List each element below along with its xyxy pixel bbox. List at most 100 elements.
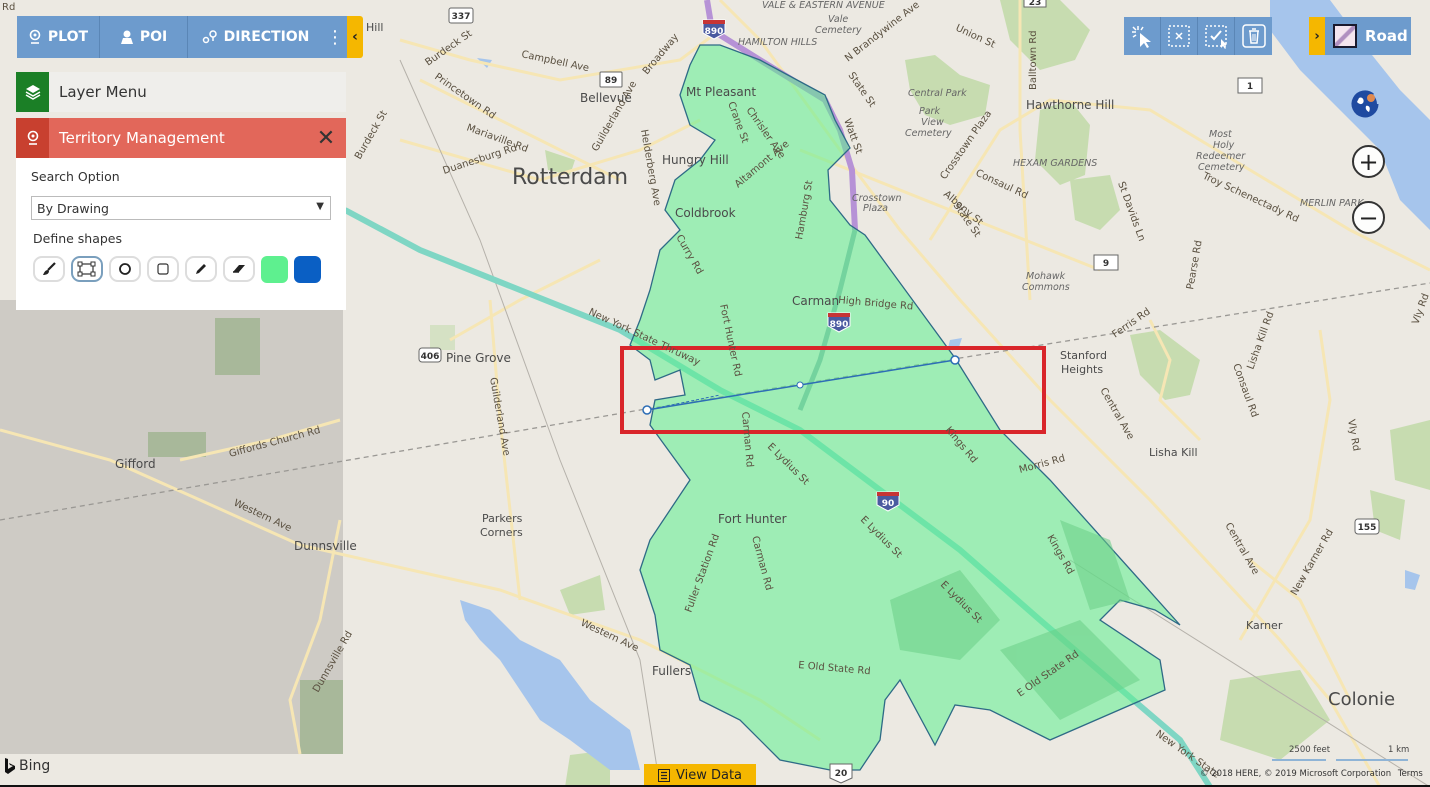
search-option-label: Search Option bbox=[31, 169, 120, 184]
shield-337: 337 bbox=[448, 7, 474, 24]
pencil-tool-button[interactable] bbox=[185, 256, 217, 282]
close-territory-button[interactable]: ✕ bbox=[306, 118, 346, 158]
scale-bar-km bbox=[1336, 759, 1408, 761]
close-icon: ✕ bbox=[316, 125, 336, 151]
shape-tools bbox=[33, 256, 321, 283]
trash-icon bbox=[1241, 24, 1266, 48]
svg-text:Lisha Kill: Lisha Kill bbox=[1149, 446, 1198, 459]
stroke-color-swatch[interactable] bbox=[294, 256, 321, 283]
svg-text:Commons: Commons bbox=[1022, 282, 1070, 293]
territory-management-label: Territory Management bbox=[59, 129, 225, 147]
svg-text:Central Park: Central Park bbox=[908, 88, 967, 99]
poi-person-pin-icon bbox=[120, 30, 133, 44]
polygon-tool-button[interactable] bbox=[71, 256, 103, 282]
poi-label: POI bbox=[139, 29, 168, 45]
pencil-icon bbox=[196, 264, 206, 274]
clear-selection-button[interactable] bbox=[1161, 17, 1198, 55]
svg-text:Plaza: Plaza bbox=[863, 203, 888, 214]
svg-text:Fort Hunter: Fort Hunter bbox=[718, 512, 787, 526]
svg-text:Mt Pleasant: Mt Pleasant bbox=[686, 85, 756, 99]
copyright-text: © 2018 HERE, © 2019 Microsoft Corporatio… bbox=[1200, 769, 1392, 779]
brush-tool-button[interactable] bbox=[33, 256, 65, 282]
plot-label: PLOT bbox=[47, 29, 89, 45]
chevron-right-icon: › bbox=[1314, 28, 1320, 44]
brush-icon bbox=[43, 262, 56, 275]
svg-text:Colonie: Colonie bbox=[1328, 689, 1395, 710]
svg-text:Coldbrook: Coldbrook bbox=[675, 206, 736, 220]
svg-text:Mohawk: Mohawk bbox=[1026, 271, 1066, 282]
territory-management-row[interactable]: Territory Management ✕ bbox=[16, 118, 346, 158]
territory-panel-body: Search Option By Drawing ▼ Define shapes bbox=[16, 158, 346, 310]
route-vertex-start[interactable] bbox=[642, 405, 652, 415]
zoom-in-button[interactable]: + bbox=[1352, 145, 1385, 178]
direction-button[interactable]: DIRECTION bbox=[188, 16, 323, 58]
search-option-value: By Drawing bbox=[37, 200, 109, 216]
select-pointer-button[interactable] bbox=[1124, 17, 1161, 55]
expand-map-style-button[interactable]: › bbox=[1309, 17, 1325, 55]
plot-button[interactable]: PLOT bbox=[17, 16, 100, 58]
bing-logo: Bing bbox=[4, 758, 50, 774]
plus-icon: + bbox=[1358, 147, 1379, 176]
delete-button[interactable] bbox=[1235, 17, 1272, 55]
svg-text:155: 155 bbox=[1358, 523, 1377, 533]
svg-text:90: 90 bbox=[882, 499, 895, 509]
svg-text:Hungry Hill: Hungry Hill bbox=[662, 153, 729, 167]
shield-i890-north: 890 bbox=[702, 19, 726, 40]
svg-text:Karner: Karner bbox=[1246, 619, 1283, 632]
svg-text:Redeemer: Redeemer bbox=[1196, 151, 1246, 162]
route-vertex-mid[interactable] bbox=[796, 381, 804, 389]
svg-text:406: 406 bbox=[421, 352, 440, 362]
svg-text:337: 337 bbox=[452, 12, 471, 22]
svg-text:9: 9 bbox=[1103, 259, 1109, 269]
shield-9: 9 bbox=[1093, 254, 1119, 271]
circle-tool-button[interactable] bbox=[109, 256, 141, 282]
fill-color-swatch[interactable] bbox=[261, 256, 288, 283]
shield-155: 155 bbox=[1354, 518, 1380, 535]
svg-text:HAMILTON HILLS: HAMILTON HILLS bbox=[738, 37, 817, 48]
scale-km-label: 1 km bbox=[1388, 745, 1410, 755]
bing-icon bbox=[5, 758, 15, 774]
svg-text:23: 23 bbox=[1029, 0, 1042, 8]
svg-text:Park: Park bbox=[919, 106, 940, 117]
route-vertex-end[interactable] bbox=[950, 355, 960, 365]
map-style-button[interactable]: Road bbox=[1325, 17, 1411, 55]
square-tool-button[interactable] bbox=[147, 256, 179, 282]
road-map-thumbnail-icon bbox=[1333, 24, 1357, 48]
svg-text:Carman: Carman bbox=[792, 294, 839, 308]
collapse-toolbar-button[interactable]: ‹ bbox=[347, 16, 363, 58]
terms-link[interactable]: Terms bbox=[1398, 769, 1423, 779]
more-options-button[interactable]: ⋮ bbox=[323, 16, 347, 58]
svg-text:Corners: Corners bbox=[480, 526, 523, 539]
svg-text:Gifford: Gifford bbox=[115, 457, 156, 471]
zoom-out-button[interactable]: − bbox=[1352, 201, 1385, 234]
svg-text:HEXAM GARDENS: HEXAM GARDENS bbox=[1013, 158, 1097, 169]
list-icon bbox=[657, 769, 670, 782]
clear-selection-icon bbox=[1168, 25, 1190, 47]
eraser-tool-button[interactable] bbox=[223, 256, 255, 282]
svg-text:Hill: Hill bbox=[366, 21, 383, 34]
shield-i890-carman: 890 bbox=[827, 312, 851, 333]
vertical-ellipsis-icon: ⋮ bbox=[326, 26, 344, 48]
shield-406: 406 bbox=[418, 347, 442, 363]
map-style-label: Road bbox=[1365, 27, 1408, 45]
poi-button[interactable]: POI bbox=[100, 16, 188, 58]
search-option-select[interactable]: By Drawing ▼ bbox=[31, 196, 331, 220]
view-data-button[interactable]: View Data bbox=[644, 764, 756, 787]
location-pin-icon bbox=[29, 29, 41, 44]
view-data-label: View Data bbox=[675, 768, 743, 783]
svg-text:Vale: Vale bbox=[828, 14, 848, 25]
confirm-selection-button[interactable] bbox=[1198, 17, 1235, 55]
selection-toolbar bbox=[1124, 17, 1272, 55]
square-icon bbox=[157, 263, 169, 275]
polygon-select-icon bbox=[77, 261, 96, 277]
confirm-selection-icon bbox=[1205, 25, 1227, 49]
territory-pin-icon bbox=[16, 118, 49, 158]
svg-text:Rotterdam: Rotterdam bbox=[512, 165, 628, 190]
bing-label: Bing bbox=[19, 758, 51, 774]
layer-menu-row[interactable]: Layer Menu bbox=[16, 72, 346, 112]
minus-icon: − bbox=[1358, 203, 1379, 232]
layers-icon bbox=[16, 72, 49, 112]
shield-1: 1 bbox=[1237, 77, 1263, 94]
reset-view-button[interactable] bbox=[1347, 86, 1383, 122]
svg-text:20: 20 bbox=[835, 769, 848, 779]
